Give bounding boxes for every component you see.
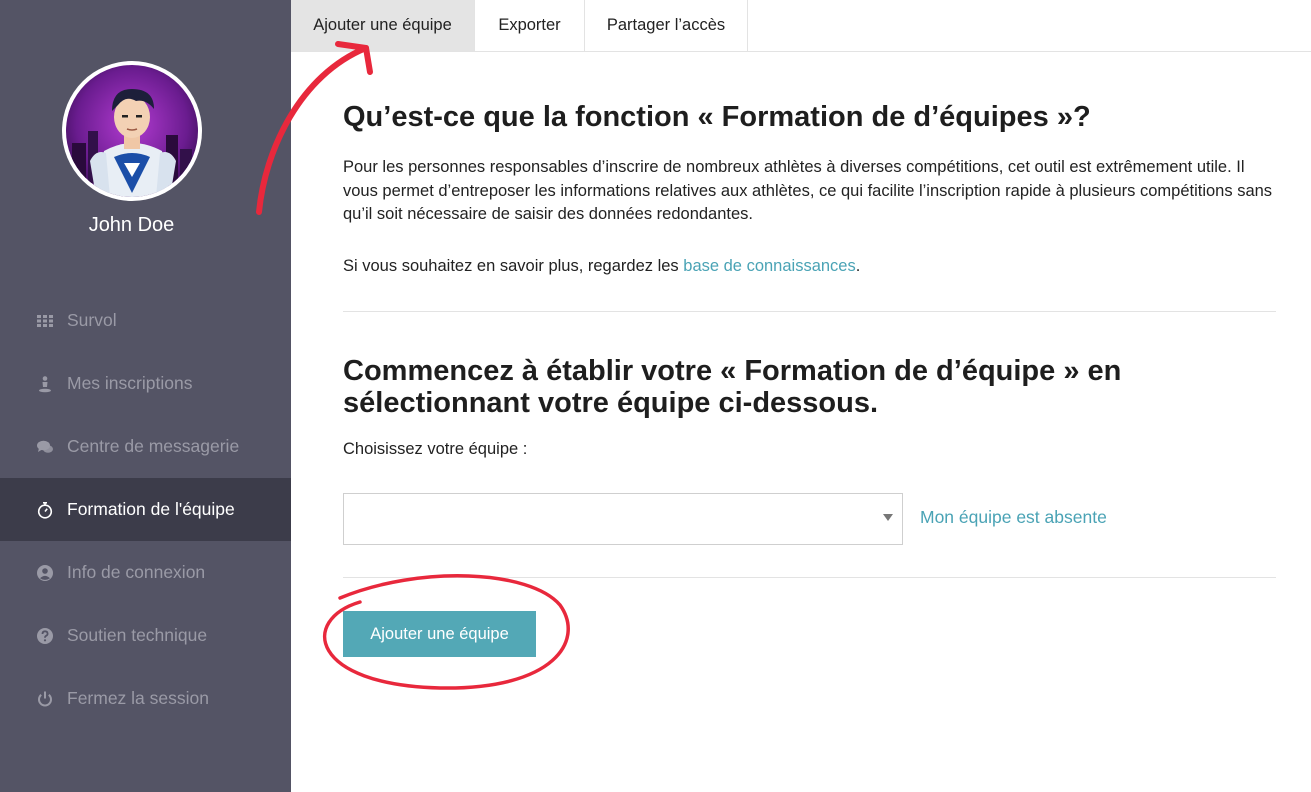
sidebar-item-fermez-la-session[interactable]: Fermez la session bbox=[0, 667, 291, 730]
team-absent-link[interactable]: Mon équipe est absente bbox=[920, 507, 1107, 528]
knowledge-base-link[interactable]: base de connaissances bbox=[683, 257, 855, 275]
sidebar-item-centre-de-messagerie[interactable]: Centre de messagerie bbox=[0, 415, 291, 478]
team-select-label: Choisissez votre équipe : bbox=[343, 440, 528, 458]
stopwatch-icon bbox=[35, 500, 55, 520]
sidebar-item-mes-inscriptions[interactable]: Mes inscriptions bbox=[0, 352, 291, 415]
sidebar-nav: Survol Mes inscriptions Centre de messag… bbox=[0, 289, 291, 730]
top-tabs: Ajouter une équipe Exporter Partager l’a… bbox=[291, 0, 1311, 52]
caret-down-icon bbox=[883, 514, 893, 521]
tab-ajouter-equipe[interactable]: Ajouter une équipe bbox=[291, 0, 475, 51]
intro-text: Pour les personnes responsables d’inscri… bbox=[343, 158, 1273, 223]
sidebar-item-label: Formation de l'équipe bbox=[67, 499, 235, 519]
knowledge-base-suffix: . bbox=[855, 257, 861, 275]
section-title: Commencez à établir votre « Formation de… bbox=[343, 355, 1122, 419]
team-select[interactable] bbox=[343, 493, 903, 545]
user-circle-icon bbox=[35, 563, 55, 583]
grid-icon bbox=[35, 311, 55, 331]
sidebar-item-label: Centre de messagerie bbox=[67, 436, 240, 456]
tab-partager-acces[interactable]: Partager l’accès bbox=[585, 0, 748, 51]
divider bbox=[343, 577, 1276, 578]
avatar-illustration bbox=[66, 65, 198, 197]
page-title: Qu’est-ce que la fonction « Formation de… bbox=[343, 101, 1091, 133]
add-team-button[interactable]: Ajouter une équipe bbox=[343, 611, 536, 657]
person-icon bbox=[35, 374, 55, 394]
sidebar: John Doe Survol Mes inscriptions Centre … bbox=[0, 0, 291, 792]
knowledge-base-prefix: Si vous souhaitez en savoir plus, regard… bbox=[343, 257, 684, 275]
user-name: John Doe bbox=[88, 214, 175, 236]
sidebar-item-soutien-technique[interactable]: Soutien technique bbox=[0, 604, 291, 667]
question-icon bbox=[35, 626, 55, 646]
sidebar-item-label: Mes inscriptions bbox=[67, 373, 193, 393]
avatar bbox=[62, 61, 202, 201]
divider bbox=[343, 311, 1276, 312]
sidebar-item-info-de-connexion[interactable]: Info de connexion bbox=[0, 541, 291, 604]
sidebar-item-label: Survol bbox=[67, 310, 117, 330]
sidebar-item-label: Fermez la session bbox=[67, 688, 209, 708]
sidebar-item-label: Soutien technique bbox=[67, 625, 208, 645]
power-icon bbox=[35, 689, 55, 709]
sidebar-item-survol[interactable]: Survol bbox=[0, 289, 291, 352]
tab-exporter[interactable]: Exporter bbox=[475, 0, 585, 51]
sidebar-item-label: Info de connexion bbox=[67, 562, 206, 582]
knowledge-base-line: Si vous souhaitez en savoir plus, regard… bbox=[343, 257, 860, 276]
sidebar-item-formation-equipe[interactable]: Formation de l'équipe bbox=[0, 478, 291, 541]
chat-icon bbox=[35, 437, 55, 457]
